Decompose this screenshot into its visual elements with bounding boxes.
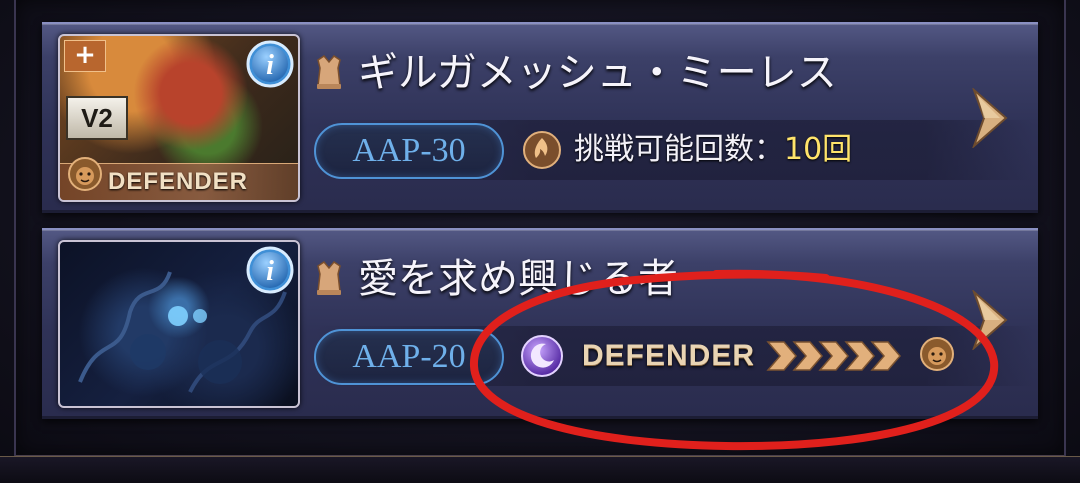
attempts-label: 挑戦可能回数： [574, 132, 784, 167]
chevron-right-icon[interactable] [970, 88, 1010, 148]
lion-icon [920, 337, 954, 371]
chevron-rank-icon [766, 341, 901, 371]
enemy-portrait[interactable]: + V2 DEFENDER i [58, 34, 300, 202]
attempts-value: 10回 [784, 132, 853, 167]
svg-text:i: i [266, 50, 274, 81]
chevron-right-icon[interactable] [970, 290, 1010, 350]
role-strip: DEFENDER [60, 157, 298, 200]
info-icon[interactable]: i [246, 246, 294, 294]
lion-icon [68, 157, 102, 191]
role-label: DEFENDER [108, 168, 249, 195]
svg-text:i: i [266, 256, 274, 287]
plus-badge: + [64, 40, 106, 72]
quest-info-bar: AAP-20 DEFENDER [314, 326, 1034, 386]
pawn-icon [317, 55, 341, 89]
aap-badge: AAP-20 [314, 329, 504, 385]
quest-card-love-seeker[interactable]: i 愛を求め興じる者 AAP-20 DEFENDER [42, 228, 1038, 419]
aap-badge: AAP-30 [314, 123, 504, 179]
role-requirement: DEFENDER [582, 339, 756, 372]
quest-list-screen: + V2 DEFENDER i ギルガメッシュ・ミーレス AAP-30 挑戦可能… [0, 0, 1080, 483]
pawn-icon [317, 261, 341, 295]
info-icon[interactable]: i [246, 40, 294, 88]
version-badge: V2 [66, 96, 128, 140]
flame-orb-icon [523, 131, 561, 169]
attempts-count: 挑戦可能回数：10回 [574, 120, 852, 180]
dark-orb-icon [521, 335, 563, 377]
quest-info-bar: AAP-30 挑戦可能回数：10回 [314, 120, 1034, 180]
bottom-trim [0, 456, 1080, 483]
quest-title: 愛を求め興じる者 [358, 256, 678, 302]
enemy-portrait[interactable]: i [58, 240, 300, 408]
quest-card-gilgamesh[interactable]: + V2 DEFENDER i ギルガメッシュ・ミーレス AAP-30 挑戦可能… [42, 22, 1038, 213]
quest-title: ギルガメッシュ・ミーレス [358, 50, 837, 96]
